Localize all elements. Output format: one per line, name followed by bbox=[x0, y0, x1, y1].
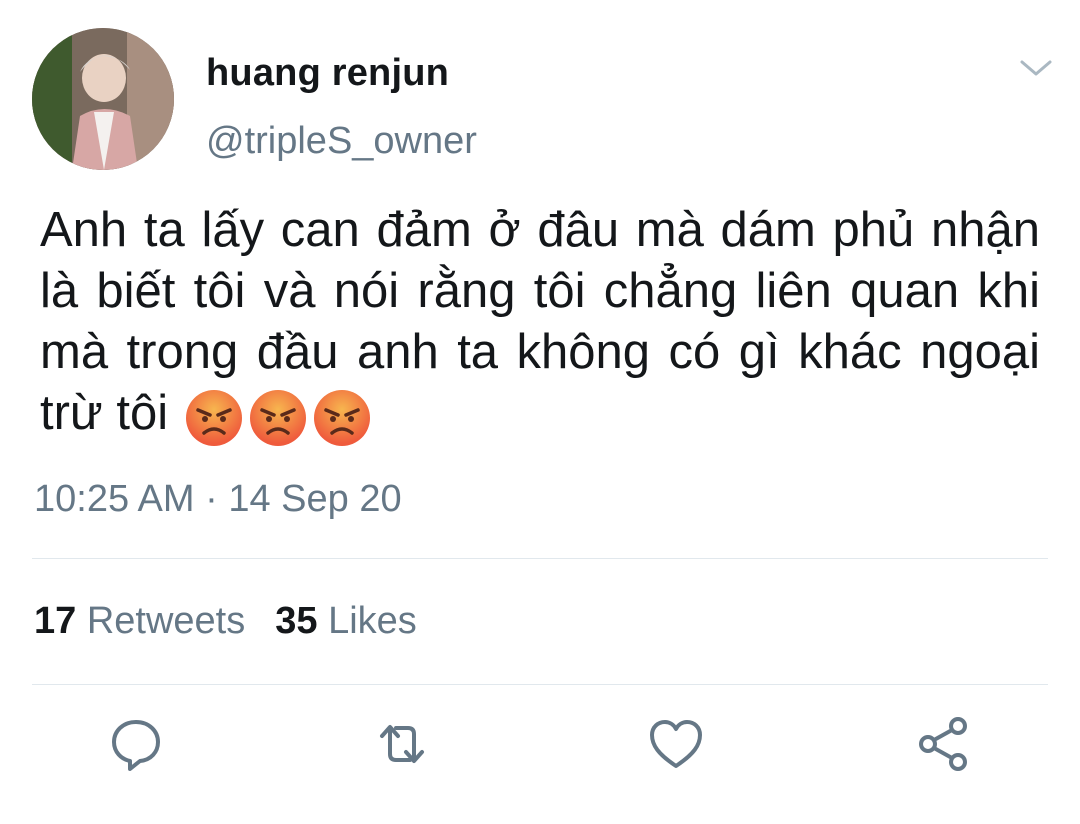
likes-label: Likes bbox=[317, 600, 417, 642]
tweet-date: 14 Sep 20 bbox=[228, 478, 402, 520]
engagement-stats: 17 Retweets 35 Likes bbox=[34, 600, 417, 643]
tweet-detail: huang renjun @tripleS_owner Anh ta lấy c… bbox=[0, 0, 1080, 824]
chevron-down-icon[interactable] bbox=[1018, 56, 1054, 80]
angry-face-icon bbox=[184, 388, 244, 448]
tweet-text: Anh ta lấy can đảm ở đâu mà dám phủ nhận… bbox=[40, 200, 1040, 448]
likes-count: 35 bbox=[275, 600, 318, 642]
display-name[interactable]: huang renjun bbox=[206, 52, 449, 95]
divider bbox=[32, 558, 1048, 559]
emoji-group bbox=[184, 385, 376, 448]
tweet-time: 10:25 AM bbox=[34, 478, 195, 520]
angry-face-icon bbox=[312, 388, 372, 448]
user-handle[interactable]: @tripleS_owner bbox=[206, 120, 477, 163]
meta-separator: · bbox=[194, 478, 229, 520]
retweet-icon[interactable] bbox=[372, 714, 432, 774]
retweets-count: 17 bbox=[34, 600, 77, 642]
like-icon[interactable] bbox=[646, 714, 706, 774]
divider bbox=[32, 684, 1048, 685]
retweets-stat[interactable]: 17 Retweets bbox=[34, 600, 245, 643]
angry-face-icon bbox=[248, 388, 308, 448]
action-bar bbox=[0, 714, 1080, 774]
reply-icon[interactable] bbox=[106, 714, 166, 774]
avatar-image bbox=[32, 28, 174, 170]
share-icon[interactable] bbox=[914, 714, 974, 774]
avatar[interactable] bbox=[32, 28, 174, 170]
likes-stat[interactable]: 35 Likes bbox=[275, 600, 417, 643]
retweets-label: Retweets bbox=[76, 600, 246, 642]
tweet-timestamp[interactable]: 10:25 AM · 14 Sep 20 bbox=[34, 478, 402, 521]
